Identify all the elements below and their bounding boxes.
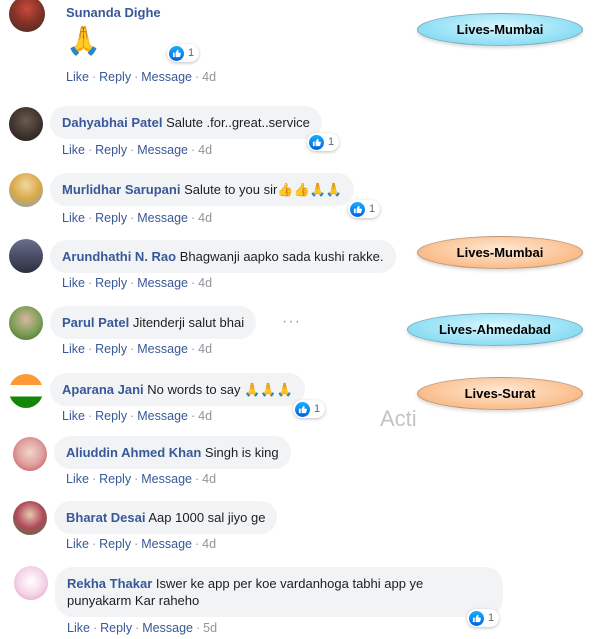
avatar[interactable] [9, 0, 45, 32]
more-options-icon[interactable]: ··· [282, 313, 301, 331]
comment-7: Aliuddin Ahmed Khan Singh is king [54, 436, 291, 469]
timestamp[interactable]: 4d [202, 70, 216, 84]
reply-link[interactable]: Reply [95, 143, 127, 157]
reaction-count[interactable]: 1 [348, 200, 381, 218]
like-link[interactable]: Like [62, 211, 85, 225]
reply-link[interactable]: Reply [99, 537, 131, 551]
comment-text: Jitenderji salut bhai [132, 315, 245, 330]
comment-text: Singh is king [204, 445, 279, 460]
like-reaction-icon [169, 45, 184, 61]
reply-link[interactable]: Reply [95, 342, 127, 356]
avatar[interactable] [13, 437, 47, 471]
message-link[interactable]: Message [137, 409, 188, 423]
timestamp[interactable]: 4d [198, 409, 212, 423]
comment-1: Sunanda Dighe [66, 4, 161, 21]
timestamp[interactable]: 4d [198, 276, 212, 290]
commenter-name[interactable]: Arundhathi N. Rao [62, 249, 176, 264]
location-tag: Lives-Mumbai [417, 236, 583, 269]
comment-4: Arundhathi N. Rao Bhagwanji aapko sada k… [50, 240, 396, 273]
commenter-name[interactable]: Rekha Thakar [67, 576, 152, 591]
message-link[interactable]: Message [137, 211, 188, 225]
commenter-name[interactable]: Sunanda Dighe [66, 5, 161, 20]
like-link[interactable]: Like [62, 342, 85, 356]
comment-3: Murlidhar Sarupani Salute to you sir👍👍🙏🙏 [50, 173, 355, 206]
timestamp[interactable]: 4d [198, 143, 212, 157]
comment-actions: Like · Reply · Message · 5d [67, 621, 218, 635]
avatar[interactable] [9, 306, 43, 340]
message-link[interactable]: Message [137, 143, 188, 157]
comment-text: Salute to you sir👍👍🙏🙏 [184, 182, 343, 197]
commenter-name[interactable]: Dahyabhai Patel [62, 115, 162, 130]
like-reaction-icon [350, 201, 365, 217]
like-link[interactable]: Like [66, 472, 89, 486]
comment-8: Bharat Desai Aap 1000 sal jiyo ge [54, 501, 278, 534]
avatar[interactable] [9, 374, 43, 408]
commenter-name[interactable]: Bharat Desai [66, 510, 145, 525]
timestamp[interactable]: 5d [203, 621, 217, 635]
comment-actions: Like · Reply · Message · 4d [62, 276, 213, 290]
reaction-count[interactable]: 1 [167, 44, 200, 62]
like-link[interactable]: Like [66, 537, 89, 551]
like-link[interactable]: Like [66, 70, 89, 84]
like-link[interactable]: Like [62, 143, 85, 157]
like-reaction-icon [469, 610, 484, 626]
commenter-name[interactable]: Murlidhar Sarupani [62, 182, 180, 197]
message-link[interactable]: Message [141, 70, 192, 84]
comment-6: Aparana Jani No words to say 🙏🙏🙏 [50, 373, 305, 406]
comment-actions: Like · Reply · Message · 4d [66, 70, 217, 84]
comment-5: Parul Patel Jitenderji salut bhai [50, 306, 257, 339]
timestamp[interactable]: 4d [202, 472, 216, 486]
comment-actions: Like · Reply · Message · 4d [66, 537, 217, 551]
reply-link[interactable]: Reply [99, 70, 131, 84]
like-reaction-icon [309, 134, 324, 150]
comment-text: Salute .for..great..service [166, 115, 310, 130]
comment-actions: Like · Reply · Message · 4d [66, 472, 217, 486]
comment-actions: Like · Reply · Message · 4d [62, 409, 213, 423]
reply-link[interactable]: Reply [95, 409, 127, 423]
like-link[interactable]: Like [67, 621, 90, 635]
message-link[interactable]: Message [137, 342, 188, 356]
comment-actions: Like · Reply · Message · 4d [62, 211, 213, 225]
comment-text: 🙏 [66, 25, 101, 56]
like-link[interactable]: Like [62, 409, 85, 423]
comment-actions: Like · Reply · Message · 4d [62, 143, 213, 157]
avatar[interactable] [9, 239, 43, 273]
avatar[interactable] [13, 501, 47, 535]
location-tag: Lives-Surat [417, 377, 583, 410]
location-tag: Lives-Mumbai [417, 13, 583, 46]
comment-9: Rekha Thakar Iswer ke app per koe vardan… [55, 567, 503, 617]
like-link[interactable]: Like [62, 276, 85, 290]
timestamp[interactable]: 4d [198, 211, 212, 225]
reply-link[interactable]: Reply [100, 621, 132, 635]
message-link[interactable]: Message [141, 537, 192, 551]
timestamp[interactable]: 4d [198, 342, 212, 356]
like-reaction-icon [295, 401, 310, 417]
comment-text: Bhagwanji aapko sada kushi rakke. [179, 249, 384, 264]
reaction-count[interactable]: 1 [293, 400, 326, 418]
comment-actions: Like · Reply · Message · 4d [62, 342, 213, 356]
avatar[interactable] [9, 107, 43, 141]
avatar[interactable] [14, 566, 48, 600]
message-link[interactable]: Message [141, 472, 192, 486]
commenter-name[interactable]: Parul Patel [62, 315, 129, 330]
reaction-count[interactable]: 1 [307, 133, 340, 151]
reply-link[interactable]: Reply [95, 276, 127, 290]
commenter-name[interactable]: Aparana Jani [62, 382, 144, 397]
reply-link[interactable]: Reply [99, 472, 131, 486]
comment-text: No words to say 🙏🙏🙏 [147, 382, 293, 397]
timestamp[interactable]: 4d [202, 537, 216, 551]
comment-text: Aap 1000 sal jiyo ge [148, 510, 266, 525]
message-link[interactable]: Message [142, 621, 193, 635]
watermark-text: Acti [380, 406, 417, 431]
commenter-name[interactable]: Aliuddin Ahmed Khan [66, 445, 201, 460]
message-link[interactable]: Message [137, 276, 188, 290]
reply-link[interactable]: Reply [95, 211, 127, 225]
comment-2: Dahyabhai Patel Salute .for..great..serv… [50, 106, 322, 139]
avatar[interactable] [9, 173, 43, 207]
reaction-count[interactable]: 1 [467, 609, 500, 627]
location-tag: Lives-Ahmedabad [407, 313, 583, 346]
